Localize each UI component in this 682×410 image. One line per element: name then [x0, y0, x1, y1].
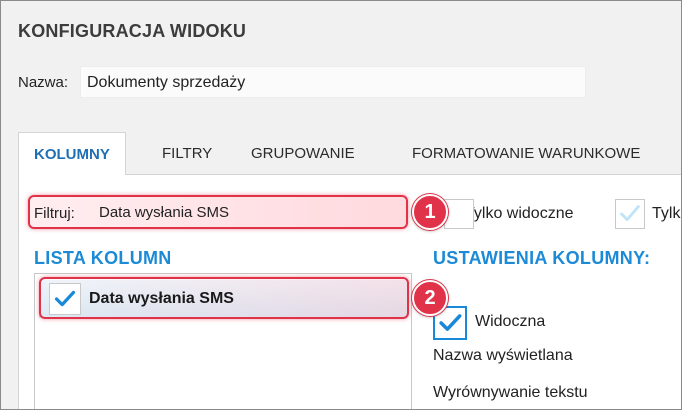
tab-kolumny[interactable]: KOLUMNY	[18, 132, 126, 175]
list-item-label: Data wysłania SMS	[89, 290, 234, 307]
callout-badge-1: 1	[412, 194, 448, 230]
filter-input[interactable]: Data wysłania SMS	[93, 196, 405, 230]
name-label: Nazwa:	[18, 74, 69, 91]
display-name-label: Nazwa wyświetlana	[433, 347, 573, 364]
tab-formatowanie-warunkowe[interactable]: FORMATOWANIE WARUNKOWE	[412, 132, 640, 175]
filter-label: Filtruj:	[34, 205, 75, 222]
text-align-label: Wyrównywanie tekstu	[433, 384, 588, 401]
list-item-checkbox[interactable]	[49, 283, 81, 315]
visible-label: Widoczna	[475, 313, 546, 330]
only-visible-checkbox[interactable]	[444, 199, 474, 229]
dialog-window: KONFIGURACJA WIDOKU Nazwa: Dokumenty spr…	[0, 0, 682, 410]
dialog-title: KONFIGURACJA WIDOKU	[18, 21, 247, 41]
tab-grupowanie[interactable]: GRUPOWANIE	[251, 132, 355, 175]
column-settings-title: USTAWIENIA KOLUMNY:	[433, 248, 651, 268]
check-icon	[54, 290, 76, 307]
tab-filtry[interactable]: FILTRY	[162, 132, 212, 175]
second-option-label: Tylk	[652, 205, 681, 222]
second-option-checkbox[interactable]	[615, 199, 645, 229]
check-icon	[620, 205, 640, 221]
column-list-title: LISTA KOLUMN	[34, 248, 172, 268]
only-visible-label: Tylko widoczne	[465, 205, 574, 222]
name-input[interactable]: Dokumenty sprzedaży	[80, 66, 586, 98]
callout-badge-2: 2	[412, 280, 448, 316]
